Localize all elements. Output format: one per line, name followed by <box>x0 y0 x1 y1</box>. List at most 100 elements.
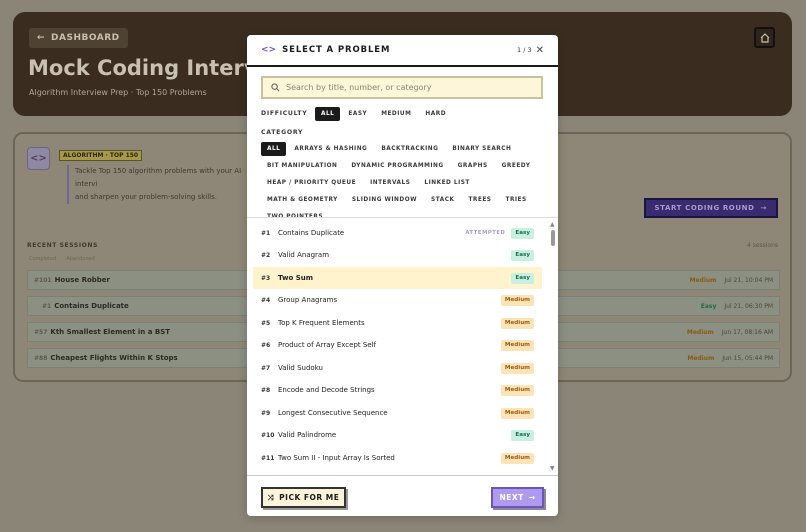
difficulty-badge: Medium <box>500 407 534 419</box>
modal-title: SELECT A PROBLEM <box>282 45 391 55</box>
attempted-badge: ATTEMPTED <box>465 230 506 236</box>
session-difficulty: Medium <box>686 328 714 336</box>
filter-abandoned[interactable]: Abandoned <box>66 256 94 262</box>
start-coding-round-button[interactable]: START CODING ROUND → <box>643 198 778 218</box>
category-chip[interactable]: GRAPHS <box>452 159 494 173</box>
session-date: Jun 17, 08:16 AM <box>721 328 773 336</box>
problem-title: Top K Frequent Elements <box>278 319 365 327</box>
category-chip[interactable]: DYNAMIC PROGRAMMING <box>345 159 449 173</box>
algorithm-description: Tackle Top 150 algorithm problems with y… <box>67 165 247 204</box>
session-filters: Completed Abandoned <box>29 256 95 262</box>
category-chip[interactable]: STACK <box>425 193 460 207</box>
category-chip[interactable]: ARRAYS & HASHING <box>288 142 373 156</box>
session-difficulty: Medium <box>689 276 717 284</box>
problem-number: #4 <box>261 296 271 304</box>
arrow-right-icon: → <box>528 493 536 502</box>
category-chip[interactable]: LINKED LIST <box>418 176 475 190</box>
category-chip[interactable]: MATH & GEOMETRY <box>261 193 344 207</box>
problem-title: Longest Consecutive Sequence <box>278 409 388 417</box>
problem-title: Two Sum <box>278 274 314 282</box>
recent-sessions-label: RECENT SESSIONS <box>27 242 98 249</box>
session-date: Jun 15, 05:44 PM <box>722 354 773 362</box>
session-date: Jul 21, 06:30 PM <box>724 302 773 310</box>
filter-completed[interactable]: Completed <box>29 256 56 262</box>
category-chip[interactable]: TRIES <box>499 193 532 207</box>
category-chip[interactable]: TREES <box>462 193 497 207</box>
difficulty-badge: Easy <box>511 272 534 284</box>
category-chip[interactable]: GREEDY <box>496 159 537 173</box>
problem-title: Contains Duplicate <box>278 229 345 237</box>
problem-row[interactable]: #9 Longest Consecutive Sequence Medium <box>253 402 542 424</box>
problem-list: #1 Contains Duplicate ATTEMPTED Easy #2 … <box>247 217 558 473</box>
algorithm-badge: ALGORITHM · TOP 150 <box>59 150 143 161</box>
difficulty-chip-hard[interactable]: HARD <box>419 107 452 121</box>
description-line: Tackle Top 150 algorithm problems with y… <box>75 167 242 188</box>
problem-row-selected[interactable]: #3 Two Sum Easy <box>253 267 542 289</box>
scrollbar-thumb[interactable] <box>551 230 555 246</box>
select-problem-modal: <> SELECT A PROBLEM 1 / 3 ✕ Search by ti… <box>247 35 558 516</box>
difficulty-filter: ALL EASY MEDIUM HARD <box>315 107 515 121</box>
category-chip[interactable]: BINARY SEARCH <box>446 142 517 156</box>
scroll-down-icon[interactable]: ▼ <box>550 465 555 472</box>
problem-row[interactable]: #10 Valid Palindrome Easy <box>253 424 542 446</box>
problem-number: #5 <box>261 319 271 327</box>
category-chip[interactable]: SLIDING WINDOW <box>346 193 423 207</box>
difficulty-badge: Medium <box>500 294 534 306</box>
problem-row[interactable]: #8 Encode and Decode Strings Medium <box>253 379 542 401</box>
category-chip[interactable]: BACKTRACKING <box>375 142 444 156</box>
list-scrollbar[interactable]: ▲ ▼ <box>549 218 557 473</box>
page-subtitle: Algorithm Interview Prep · Top 150 Probl… <box>29 88 207 97</box>
difficulty-badge: Medium <box>500 384 534 396</box>
difficulty-badge: Medium <box>500 339 534 351</box>
session-difficulty: Easy <box>700 302 717 310</box>
difficulty-badge: Medium <box>500 317 534 329</box>
category-chip[interactable]: INTERVALS <box>364 176 416 190</box>
pick-for-me-button[interactable]: ⤨ PICK FOR ME <box>261 487 346 508</box>
recent-sessions-count: 4 sessions <box>746 242 778 249</box>
category-chip[interactable]: ALL <box>261 142 287 156</box>
description-line: and sharpen your problem-solving skills. <box>75 193 217 201</box>
problem-title: Encode and Decode Strings <box>278 386 375 394</box>
session-number: #1 <box>42 302 52 310</box>
next-button[interactable]: NEXT → <box>491 487 544 508</box>
difficulty-chip-all[interactable]: ALL <box>315 107 341 121</box>
problem-number: #3 <box>261 274 271 282</box>
code-icon: <> <box>27 147 50 170</box>
session-difficulty: Medium <box>687 354 715 362</box>
arrow-right-icon: → <box>760 204 767 212</box>
close-icon[interactable]: ✕ <box>536 45 544 56</box>
dashboard-button[interactable]: ← DASHBOARD <box>29 28 128 48</box>
problem-row[interactable]: #5 Top K Frequent Elements Medium <box>253 312 542 334</box>
home-button[interactable] <box>754 27 775 48</box>
scroll-up-icon[interactable]: ▲ <box>550 221 555 228</box>
problem-title: Valid Anagram <box>278 251 330 259</box>
category-chip[interactable]: HEAP / PRIORITY QUEUE <box>261 176 362 190</box>
session-title: Contains Duplicate <box>54 302 129 310</box>
difficulty-badge: Medium <box>500 452 534 464</box>
pick-label: PICK FOR ME <box>279 493 340 502</box>
problem-number: #8 <box>261 386 271 394</box>
modal-header: <> SELECT A PROBLEM 1 / 3 ✕ <box>247 35 558 67</box>
problem-row[interactable]: #1 Contains Duplicate ATTEMPTED Easy <box>253 222 542 244</box>
problem-row[interactable]: #11 Two Sum II - Input Array Is Sorted M… <box>253 447 542 469</box>
session-number: #101 <box>34 276 52 284</box>
problem-row[interactable]: #6 Product of Array Except Self Medium <box>253 334 542 356</box>
problem-title: Product of Array Except Self <box>278 341 377 349</box>
problem-row[interactable]: #2 Valid Anagram Easy <box>253 244 542 266</box>
difficulty-chip-medium[interactable]: MEDIUM <box>375 107 417 121</box>
next-label: NEXT <box>499 493 524 502</box>
problem-title: Valid Palindrome <box>278 431 337 439</box>
category-chip[interactable]: BIT MANIPULATION <box>261 159 343 173</box>
search-icon <box>271 83 280 92</box>
session-number: #57 <box>34 328 48 336</box>
difficulty-badge: Easy <box>511 227 534 239</box>
session-date: Jul 21, 10:04 PM <box>724 276 773 284</box>
problem-row[interactable]: #4 Group Anagrams Medium <box>253 289 542 311</box>
difficulty-chip-easy[interactable]: EASY <box>342 107 373 121</box>
category-label: CATEGORY <box>261 129 304 136</box>
search-input[interactable]: Search by title, number, or category <box>261 76 543 99</box>
problem-row[interactable]: #7 Valid Sudoku Medium <box>253 357 542 379</box>
problem-number: #1 <box>261 229 271 237</box>
problem-number: #9 <box>261 409 271 417</box>
difficulty-badge: Medium <box>500 362 534 374</box>
